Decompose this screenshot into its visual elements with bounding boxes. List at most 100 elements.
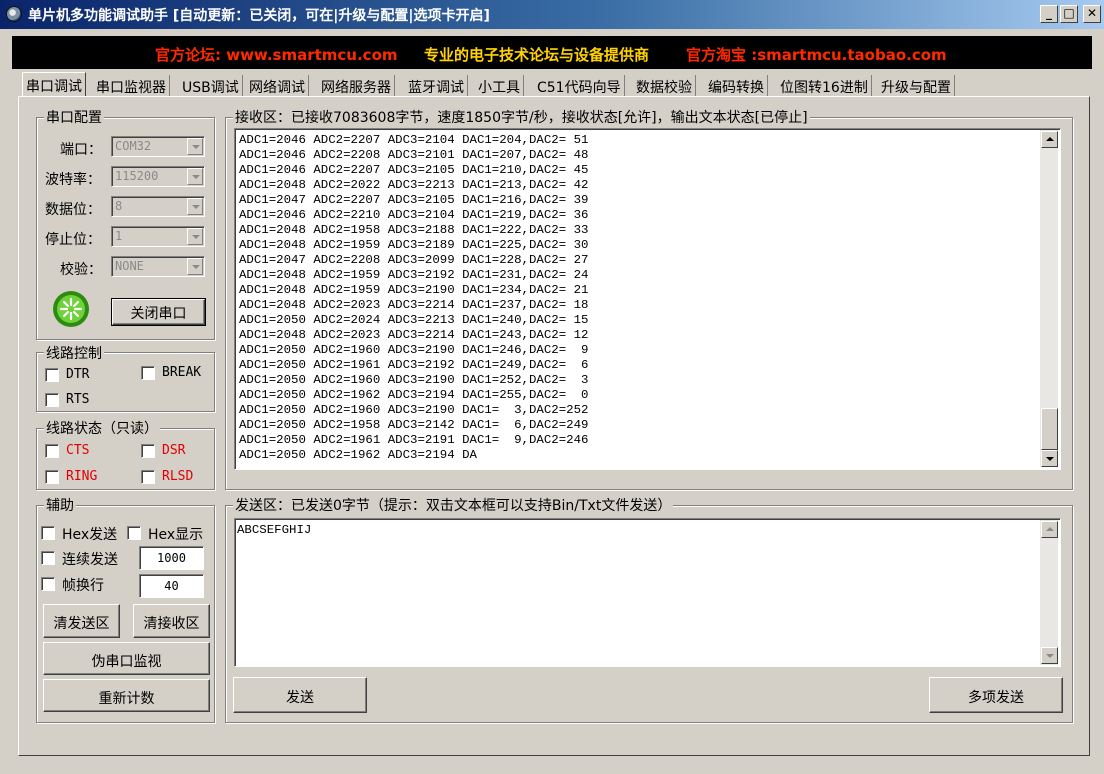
hex-send-checkbox[interactable] (41, 526, 55, 540)
line-control-title: 线路控制 (44, 343, 104, 363)
send-textarea[interactable]: ABCSEFGHIJ (234, 518, 1061, 667)
rlsd-label: RLSD (162, 469, 194, 484)
receive-line: ADC1=2046 ADC2=2208 ADC3=2101 DAC1=207,D… (239, 148, 589, 162)
receive-textarea[interactable]: ADC1=2046 ADC2=2207 ADC3=2104 DAC1=204,D… (234, 128, 1061, 470)
line-status-title: 线路状态（只读） (44, 418, 160, 438)
parity-select[interactable]: NONE (111, 256, 205, 277)
receive-line: ADC1=2048 ADC2=2023 ADC3=2214 DAC1=243,D… (239, 328, 589, 342)
databits-value: 8 (115, 199, 123, 213)
pseudo-serial-monitor-button[interactable]: 伪串口监视 (43, 642, 210, 675)
banner-slogan: 专业的电子技术论坛与设备提供商 (424, 46, 650, 64)
continuous-send-checkbox[interactable] (41, 551, 55, 565)
receive-line: ADC1=2050 ADC2=1962 ADC3=2194 DA (239, 448, 477, 462)
receive-line: ADC1=2050 ADC2=1960 ADC3=2190 DAC1= 3,DA… (239, 403, 589, 417)
chevron-down-icon[interactable] (187, 228, 203, 245)
tab-c51-wizard[interactable]: C51代码向导 (534, 75, 625, 97)
receive-line: ADC1=2047 ADC2=2208 ADC3=2099 DAC1=228,D… (239, 253, 589, 267)
tab-encoding-convert[interactable]: 编码转换 (705, 75, 768, 97)
tab-bluetooth-debug[interactable]: 蓝牙调试 (405, 75, 468, 97)
tab-upgrade-config[interactable]: 升级与配置 (878, 75, 955, 97)
port-select[interactable]: COM32 (111, 136, 205, 157)
close-port-button[interactable]: 关闭串口 (111, 298, 206, 326)
receive-line: ADC1=2050 ADC2=1960 ADC3=2190 DAC1=246,D… (239, 343, 589, 357)
hex-display-label: Hex显示 (148, 527, 204, 543)
scroll-up-button[interactable] (1041, 131, 1058, 148)
receive-title: 接收区：已接收7083608字节，速度1850字节/秒，接收状态[允许]，输出文… (233, 107, 810, 127)
continuous-interval-input[interactable]: 1000 (139, 546, 204, 570)
receive-line: ADC1=2050 ADC2=1961 ADC3=2191 DAC1= 9,DA… (239, 433, 589, 447)
scroll-thumb[interactable] (1041, 408, 1058, 450)
send-text: ABCSEFGHIJ (237, 523, 312, 537)
frame-newline-label: 帧换行 (62, 578, 104, 594)
port-status-light-icon (52, 290, 90, 328)
tab-serial-monitor[interactable]: 串口监视器 (93, 75, 170, 97)
chevron-down-icon[interactable] (187, 258, 203, 275)
rlsd-indicator (141, 470, 155, 484)
chevron-down-icon[interactable] (187, 198, 203, 215)
port-label: 端口： (60, 142, 102, 158)
parity-value: NONE (115, 259, 144, 273)
reset-count-button[interactable]: 重新计数 (43, 679, 210, 712)
receive-line: ADC1=2050 ADC2=1958 ADC3=2142 DAC1= 6,DA… (239, 418, 589, 432)
tab-network-debug[interactable]: 网络调试 (246, 75, 309, 97)
dsr-label: DSR (162, 443, 186, 458)
cts-label: CTS (66, 443, 90, 458)
frame-newline-checkbox[interactable] (41, 577, 55, 591)
close-button[interactable]: ✕ (1083, 5, 1101, 23)
databits-select[interactable]: 8 (111, 196, 205, 217)
send-title: 发送区：已发送0字节（提示：双击文本框可以支持Bin/Txt文件发送） (233, 495, 674, 515)
dsr-indicator (141, 444, 155, 458)
rts-label: RTS (66, 392, 90, 407)
send-button[interactable]: 发送 (233, 677, 367, 713)
rts-checkbox[interactable] (45, 393, 59, 407)
receive-line: ADC1=2046 ADC2=2210 ADC3=2104 DAC1=219,D… (239, 208, 589, 222)
dtr-label: DTR (66, 367, 90, 382)
receive-line: ADC1=2046 ADC2=2207 ADC3=2105 DAC1=210,D… (239, 163, 589, 177)
receive-line: ADC1=2050 ADC2=1960 ADC3=2190 DAC1=252,D… (239, 373, 589, 387)
baud-label: 波特率： (45, 172, 101, 188)
receive-line: ADC1=2050 ADC2=2024 ADC3=2213 DAC1=240,D… (239, 313, 589, 327)
shop-link[interactable]: 官方淘宝 :smartmcu.taobao.com (686, 44, 947, 65)
scroll-up-button[interactable] (1041, 521, 1058, 538)
dtr-checkbox[interactable] (45, 368, 59, 382)
scroll-down-button[interactable] (1041, 450, 1058, 467)
receive-text: ADC1=2046 ADC2=2207 ADC3=2104 DAC1=204,D… (237, 131, 1037, 465)
baud-select[interactable]: 115200 (111, 166, 205, 187)
serial-config-title: 串口配置 (44, 107, 104, 127)
receive-line: ADC1=2050 ADC2=1962 ADC3=2194 DAC1=255,D… (239, 388, 589, 402)
tab-serial-debug[interactable]: 串口调试 (22, 72, 86, 97)
receive-line: ADC1=2048 ADC2=2022 ADC3=2213 DAC1=213,D… (239, 178, 589, 192)
hex-display-checkbox[interactable] (127, 526, 141, 540)
tab-tools[interactable]: 小工具 (475, 75, 524, 97)
clear-receive-button[interactable]: 清接收区 (133, 604, 210, 638)
chevron-down-icon[interactable] (187, 138, 203, 155)
receive-scrollbar[interactable] (1039, 130, 1058, 467)
title-bar[interactable]: 单片机多功能调试助手 [自动更新：已关闭，可在|升级与配置|选项卡开启] _ □… (0, 0, 1104, 29)
continuous-send-label: 连续发送 (62, 552, 118, 568)
minimize-button[interactable]: _ (1040, 5, 1058, 23)
app-icon[interactable] (6, 6, 22, 22)
ring-label: RING (66, 469, 98, 484)
stopbits-label: 停止位： (45, 232, 101, 248)
clear-send-button[interactable]: 清发送区 (43, 604, 120, 638)
tab-bitmap-to-hex[interactable]: 位图转16进制 (777, 75, 872, 97)
chevron-down-icon[interactable] (187, 168, 203, 185)
stopbits-select[interactable]: 1 (111, 226, 205, 247)
receive-line: ADC1=2050 ADC2=1961 ADC3=2192 DAC1=249,D… (239, 358, 589, 372)
window-title: 单片机多功能调试助手 [自动更新：已关闭，可在|升级与配置|选项卡开启] (28, 8, 490, 24)
frame-newline-input[interactable]: 40 (139, 574, 204, 598)
break-checkbox[interactable] (141, 366, 155, 380)
break-label: BREAK (162, 365, 202, 380)
databits-label: 数据位： (45, 202, 101, 218)
tab-usb-debug[interactable]: USB调试 (179, 75, 243, 97)
multi-send-button[interactable]: 多项发送 (929, 677, 1063, 713)
maximize-button[interactable]: □ (1060, 5, 1078, 23)
tab-data-check[interactable]: 数据校验 (633, 75, 696, 97)
forum-link[interactable]: 官方论坛: www.smartmcu.com (155, 44, 398, 65)
send-scrollbar[interactable] (1039, 520, 1058, 665)
baud-value: 115200 (115, 169, 159, 183)
hex-send-label: Hex发送 (62, 527, 118, 543)
scroll-down-button[interactable] (1041, 647, 1058, 664)
tab-network-server[interactable]: 网络服务器 (318, 75, 395, 97)
stopbits-value: 1 (115, 229, 123, 243)
